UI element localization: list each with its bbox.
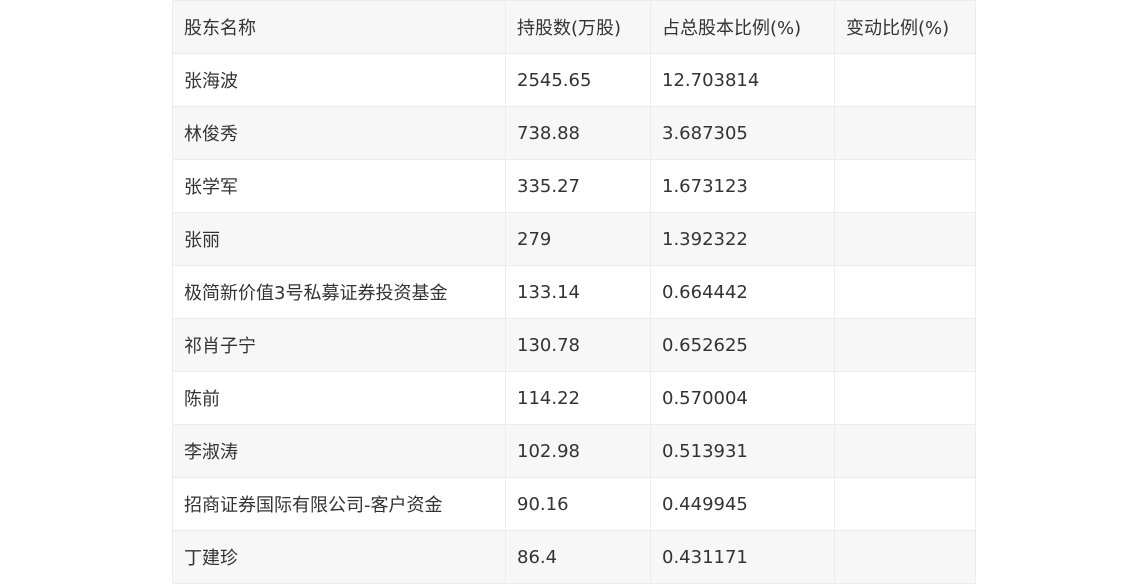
cell-change-ratio	[834, 106, 976, 160]
header-shareholder-name: 股东名称	[172, 0, 506, 54]
header-row: 股东名称 持股数(万股) 占总股本比例(%) 变动比例(%)	[172, 0, 976, 54]
cell-change-ratio	[834, 424, 976, 478]
cell-share-ratio: 1.673123	[650, 159, 835, 213]
cell-shares-held: 279	[505, 212, 651, 266]
table-row: 祁肖子宁 130.78 0.652625	[172, 318, 976, 372]
cell-change-ratio	[834, 318, 976, 372]
cell-change-ratio	[834, 371, 976, 425]
cell-shares-held: 90.16	[505, 477, 651, 531]
cell-share-ratio: 3.687305	[650, 106, 835, 160]
cell-shares-held: 114.22	[505, 371, 651, 425]
table-row: 张海波 2545.65 12.703814	[172, 53, 976, 107]
cell-change-ratio	[834, 477, 976, 531]
cell-shareholder-name: 招商证券国际有限公司-客户资金	[172, 477, 506, 531]
table-body: 张海波 2545.65 12.703814 林俊秀 738.88 3.68730…	[172, 53, 976, 584]
cell-shareholder-name: 张学军	[172, 159, 506, 213]
cell-change-ratio	[834, 265, 976, 319]
cell-shares-held: 335.27	[505, 159, 651, 213]
cell-shareholder-name: 张丽	[172, 212, 506, 266]
table-row: 张丽 279 1.392322	[172, 212, 976, 266]
cell-shares-held: 133.14	[505, 265, 651, 319]
cell-share-ratio: 0.449945	[650, 477, 835, 531]
cell-share-ratio: 1.392322	[650, 212, 835, 266]
shareholder-table: 股东名称 持股数(万股) 占总股本比例(%) 变动比例(%) 张海波 2545.…	[172, 0, 976, 584]
cell-shareholder-name: 张海波	[172, 53, 506, 107]
header-share-ratio: 占总股本比例(%)	[650, 0, 835, 54]
table-header: 股东名称 持股数(万股) 占总股本比例(%) 变动比例(%)	[172, 0, 976, 54]
table-row: 陈前 114.22 0.570004	[172, 371, 976, 425]
cell-shares-held: 102.98	[505, 424, 651, 478]
cell-share-ratio: 0.664442	[650, 265, 835, 319]
table-row: 极简新价值3号私募证券投资基金 133.14 0.664442	[172, 265, 976, 319]
table-row: 招商证券国际有限公司-客户资金 90.16 0.449945	[172, 477, 976, 531]
cell-share-ratio: 0.570004	[650, 371, 835, 425]
cell-change-ratio	[834, 53, 976, 107]
cell-share-ratio: 0.652625	[650, 318, 835, 372]
cell-shareholder-name: 极简新价值3号私募证券投资基金	[172, 265, 506, 319]
header-change-ratio: 变动比例(%)	[834, 0, 976, 54]
cell-share-ratio: 0.513931	[650, 424, 835, 478]
cell-shares-held: 130.78	[505, 318, 651, 372]
cell-shareholder-name: 李淑涛	[172, 424, 506, 478]
cell-shareholder-name: 祁肖子宁	[172, 318, 506, 372]
table-row: 张学军 335.27 1.673123	[172, 159, 976, 213]
cell-shareholder-name: 林俊秀	[172, 106, 506, 160]
table-row: 李淑涛 102.98 0.513931	[172, 424, 976, 478]
cell-shareholder-name: 陈前	[172, 371, 506, 425]
shareholder-table-container: 股东名称 持股数(万股) 占总股本比例(%) 变动比例(%) 张海波 2545.…	[172, 0, 976, 584]
table-row: 林俊秀 738.88 3.687305	[172, 106, 976, 160]
cell-shares-held: 738.88	[505, 106, 651, 160]
cell-change-ratio	[834, 212, 976, 266]
cell-change-ratio	[834, 159, 976, 213]
header-shares-held: 持股数(万股)	[505, 0, 651, 54]
cell-share-ratio: 12.703814	[650, 53, 835, 107]
cell-shares-held: 2545.65	[505, 53, 651, 107]
